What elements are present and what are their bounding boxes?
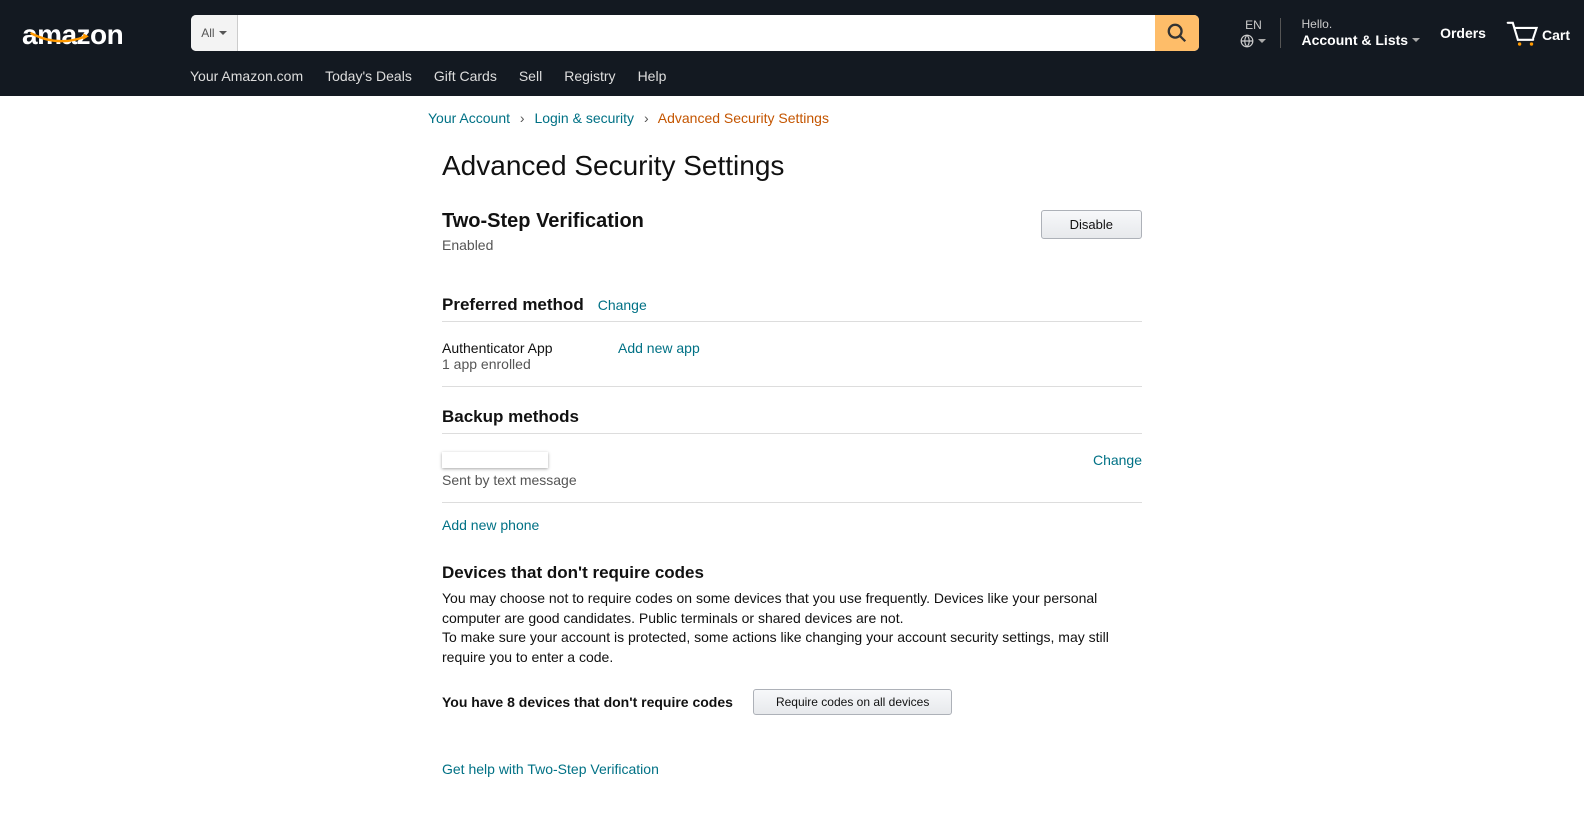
preferred-method-row: Authenticator App 1 app enrolled Add new… [442,332,1142,387]
amazon-logo[interactable]: amazon [14,15,131,51]
devices-row: You have 8 devices that don't require co… [442,689,1142,715]
globe-icon [1240,34,1254,48]
backup-sub: Sent by text message [442,472,577,488]
devices-count: You have 8 devices that don't require co… [442,694,733,710]
search-category-dropdown[interactable]: All [191,15,237,51]
breadcrumb-separator: › [520,110,525,126]
cart-icon [1506,19,1540,47]
nav-right: EN Hello. Account & Lists [1220,17,1570,48]
backup-heading: Backup methods [442,407,579,427]
breadcrumb-your-account[interactable]: Your Account [428,110,510,126]
navbar: amazon All EN [0,0,1584,96]
devices-heading: Devices that don't require codes [442,563,1142,583]
nav-gift-cards[interactable]: Gift Cards [434,68,497,84]
search-icon [1166,22,1188,44]
help-link[interactable]: Get help with Two-Step Verification [442,761,1142,777]
breadcrumb: Your Account › Login & security › Advanc… [428,110,1142,126]
logo-smile-icon [30,32,100,46]
cart-label: Cart [1542,27,1570,47]
preferred-method-header: Preferred method Change [442,295,1142,322]
backup-change-link[interactable]: Change [1093,452,1142,488]
add-new-app-link[interactable]: Add new app [618,340,700,372]
nav-todays-deals[interactable]: Today's Deals [325,68,412,84]
tsv-heading: Two-Step Verification [442,210,644,233]
caret-down-icon [1412,38,1420,42]
nav-help[interactable]: Help [638,68,667,84]
search-bar: All [191,15,1199,51]
search-input[interactable] [238,15,1156,51]
require-codes-button[interactable]: Require codes on all devices [753,689,952,715]
cart-link[interactable]: Cart [1506,19,1570,47]
caret-down-icon [1258,39,1266,43]
devices-paragraph-2: To make sure your account is protected, … [442,628,1142,667]
backup-method-row: Sent by text message Change [442,444,1142,503]
breadcrumb-current: Advanced Security Settings [658,110,829,126]
preferred-heading: Preferred method [442,295,584,315]
breadcrumb-separator: › [644,110,649,126]
search-category-label: All [201,26,214,40]
main-content: Your Account › Login & security › Advanc… [432,96,1152,817]
nav-sell[interactable]: Sell [519,68,542,84]
account-label: Account & Lists [1301,32,1408,49]
preferred-method-sub: 1 app enrolled [442,356,618,372]
greeting-text: Hello. [1301,17,1420,31]
account-menu[interactable]: Hello. Account & Lists [1301,17,1420,48]
orders-link[interactable]: Orders [1440,25,1486,42]
language-selector[interactable]: EN [1240,18,1281,48]
add-new-phone-link[interactable]: Add new phone [442,517,539,533]
backup-methods-header: Backup methods [442,407,1142,434]
breadcrumb-login-security[interactable]: Login & security [534,110,634,126]
nav-your-amazon[interactable]: Your Amazon.com [190,68,303,84]
language-code: EN [1245,18,1262,32]
nav-top: amazon All EN [0,0,1584,60]
devices-paragraph-1: You may choose not to require codes on s… [442,589,1142,628]
backup-phone-redacted [442,452,548,468]
nav-registry[interactable]: Registry [564,68,615,84]
caret-down-icon [219,31,227,35]
tsv-status: Enabled [442,237,644,253]
orders-label: Orders [1440,25,1486,42]
nav-sub: Your Amazon.com Today's Deals Gift Cards… [0,60,1584,96]
page-title: Advanced Security Settings [442,150,1142,182]
disable-button[interactable]: Disable [1041,210,1142,239]
tsv-section: Two-Step Verification Enabled Disable [442,210,1142,279]
preferred-change-link[interactable]: Change [598,297,647,313]
preferred-method-name: Authenticator App [442,340,618,356]
search-button[interactable] [1155,15,1199,51]
